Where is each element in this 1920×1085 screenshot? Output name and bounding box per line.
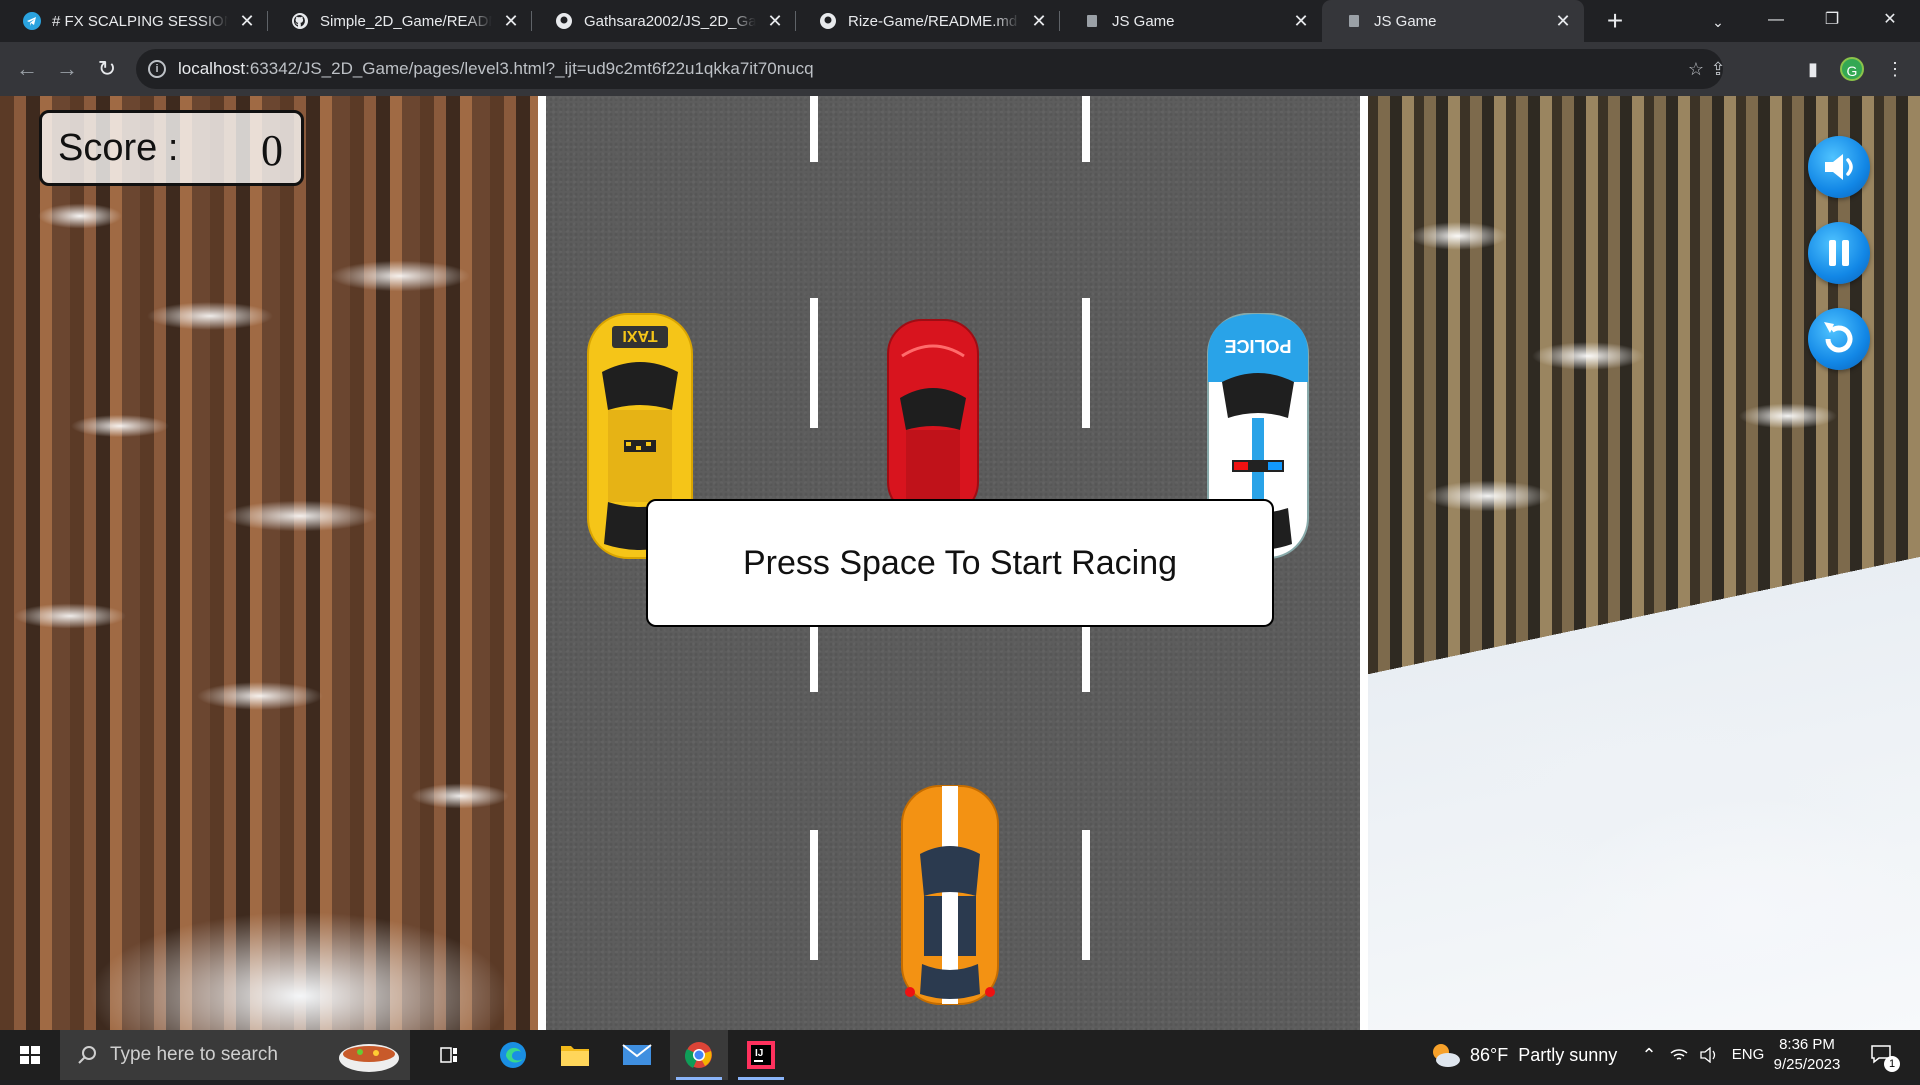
clock-date: 9/25/2023 bbox=[1773, 1056, 1841, 1073]
search-highlight-bowl-icon bbox=[339, 1044, 399, 1072]
score-label: Score : bbox=[58, 127, 179, 169]
weather-condition: Partly sunny bbox=[1518, 1044, 1618, 1065]
start-prompt-text: Press Space To Start Racing bbox=[742, 543, 1178, 582]
start-prompt-dialog: Press Space To Start Racing bbox=[646, 499, 1274, 627]
language-indicator[interactable]: ENG bbox=[1728, 1030, 1768, 1080]
weather-widget[interactable]: 86°F Partly sunny bbox=[1428, 1030, 1617, 1080]
snowy-forest-left bbox=[0, 96, 538, 1030]
windows-logo-icon bbox=[20, 1046, 40, 1064]
tab-js-2d-game-repo[interactable]: Gathsara2002/JS_2D_Game ✕ bbox=[532, 0, 796, 42]
tab-simple-2d-game[interactable]: Simple_2D_Game/README ✕ bbox=[268, 0, 532, 42]
taskbar-search-box[interactable]: Type here to search bbox=[60, 1030, 410, 1080]
tab-js-game-active[interactable]: JS Game ✕ bbox=[1322, 0, 1584, 42]
volume-icon bbox=[1825, 154, 1853, 180]
lane-marker bbox=[810, 298, 818, 428]
task-view-icon[interactable] bbox=[420, 1030, 478, 1080]
tab-title: Rize-Game/README.md at bbox=[848, 12, 1020, 30]
volume-tray-icon[interactable] bbox=[1696, 1030, 1722, 1080]
red-car bbox=[884, 318, 982, 523]
address-bar[interactable]: i localhost:63342/JS_2D_Game/pages/level… bbox=[136, 49, 1726, 89]
weather-temp: 86°F bbox=[1470, 1044, 1509, 1065]
close-window-icon[interactable]: ✕ bbox=[1862, 0, 1918, 40]
lane-marker bbox=[810, 830, 818, 960]
tab-title: Gathsara2002/JS_2D_Game bbox=[584, 12, 756, 30]
close-tab-icon[interactable]: ✕ bbox=[1552, 10, 1574, 32]
site-info-icon[interactable]: i bbox=[148, 60, 166, 78]
tab-search-chevron-icon[interactable]: ⌄ bbox=[1704, 8, 1732, 36]
tab-rize-game[interactable]: Rize-Game/README.md at ✕ bbox=[796, 0, 1060, 42]
telegram-icon bbox=[22, 11, 42, 31]
github-icon bbox=[818, 11, 838, 31]
lane-marker bbox=[1082, 298, 1090, 428]
tab-fx-scalping[interactable]: # FX SCALPING SESSION C ✕ bbox=[0, 0, 268, 42]
system-clock[interactable]: 8:36 PM 9/25/2023 bbox=[1766, 1035, 1848, 1075]
url-text[interactable]: localhost:63342/JS_2D_Game/pages/level3.… bbox=[178, 59, 814, 79]
new-tab-button[interactable]: + bbox=[1598, 5, 1632, 39]
bookmark-star-icon[interactable]: ☆ bbox=[1684, 57, 1708, 81]
lane-marker bbox=[810, 626, 818, 692]
restore-icon[interactable]: ❐ bbox=[1804, 0, 1860, 40]
share-icon[interactable]: ⇪ bbox=[1706, 57, 1730, 81]
tab-strip: # FX SCALPING SESSION C ✕ Simple_2D_Game… bbox=[0, 0, 1920, 42]
police-sign-text: POLICE bbox=[1224, 336, 1291, 356]
side-panel-icon[interactable]: ▮ bbox=[1798, 54, 1828, 84]
github-icon bbox=[554, 11, 574, 31]
taxi-sign-text: TAXI bbox=[622, 327, 657, 344]
road-edge-left bbox=[538, 96, 546, 1030]
score-value: 0 bbox=[261, 126, 283, 175]
github-icon bbox=[290, 11, 310, 31]
player-car bbox=[896, 784, 1004, 1011]
notification-count-badge: 1 bbox=[1884, 1056, 1900, 1072]
page-icon bbox=[1082, 11, 1102, 31]
back-arrow-icon[interactable]: ← bbox=[12, 54, 42, 84]
mail-icon[interactable] bbox=[608, 1030, 666, 1080]
tab-title: JS Game bbox=[1112, 12, 1175, 30]
intellij-idea-icon[interactable]: IJ bbox=[732, 1030, 790, 1080]
page-icon bbox=[1344, 11, 1364, 31]
pause-button[interactable] bbox=[1808, 222, 1870, 284]
minimize-icon[interactable]: — bbox=[1748, 0, 1804, 40]
lane-marker bbox=[810, 96, 818, 162]
forward-arrow-icon[interactable]: → bbox=[52, 54, 82, 84]
restart-button[interactable] bbox=[1808, 308, 1870, 370]
close-tab-icon[interactable]: ✕ bbox=[1290, 10, 1312, 32]
show-hidden-icons-chevron-icon[interactable]: ⌃ bbox=[1636, 1030, 1662, 1080]
road-edge-right bbox=[1360, 96, 1368, 1030]
pause-icon bbox=[1829, 240, 1849, 266]
tab-title: # FX SCALPING SESSION C bbox=[52, 12, 228, 30]
lane-marker bbox=[1082, 96, 1090, 162]
close-tab-icon[interactable]: ✕ bbox=[236, 10, 258, 32]
tab-title: JS Game bbox=[1374, 12, 1437, 30]
notification-center-icon[interactable]: 1 bbox=[1862, 1030, 1902, 1080]
file-explorer-icon[interactable] bbox=[546, 1030, 604, 1080]
close-tab-icon[interactable]: ✕ bbox=[500, 10, 522, 32]
windows-taskbar: Type here to search IJ 86°F Partly sunny… bbox=[0, 1030, 1920, 1080]
clock-time: 8:36 PM bbox=[1779, 1036, 1835, 1053]
edge-icon[interactable] bbox=[484, 1030, 542, 1080]
volume-button[interactable] bbox=[1808, 136, 1870, 198]
game-page: TAXI POLICE Score: 0 Press Space To Sta… bbox=[0, 96, 1920, 1030]
tab-js-game[interactable]: JS Game ✕ bbox=[1060, 0, 1322, 42]
reload-icon[interactable]: ↻ bbox=[92, 54, 122, 84]
menu-icon[interactable]: ⋮ bbox=[1880, 54, 1910, 84]
chrome-icon[interactable] bbox=[670, 1030, 728, 1080]
windows-start-button[interactable] bbox=[0, 1030, 60, 1080]
restart-icon bbox=[1824, 322, 1853, 353]
search-placeholder: Type here to search bbox=[110, 1044, 278, 1065]
profile-avatar[interactable]: G bbox=[1840, 57, 1864, 81]
network-icon[interactable] bbox=[1666, 1030, 1692, 1080]
close-tab-icon[interactable]: ✕ bbox=[764, 10, 786, 32]
score-board: Score : 0 bbox=[39, 110, 304, 186]
browser-toolbar: ← → ↻ i localhost:63342/JS_2D_Game/pages… bbox=[0, 42, 1920, 96]
partly-sunny-icon bbox=[1433, 1044, 1460, 1067]
tab-title: Simple_2D_Game/README bbox=[320, 12, 492, 30]
lane-marker bbox=[1082, 626, 1090, 692]
close-tab-icon[interactable]: ✕ bbox=[1028, 10, 1050, 32]
svg-text:IJ: IJ bbox=[755, 1048, 763, 1059]
search-icon bbox=[78, 1046, 96, 1064]
lane-marker bbox=[1082, 830, 1090, 960]
